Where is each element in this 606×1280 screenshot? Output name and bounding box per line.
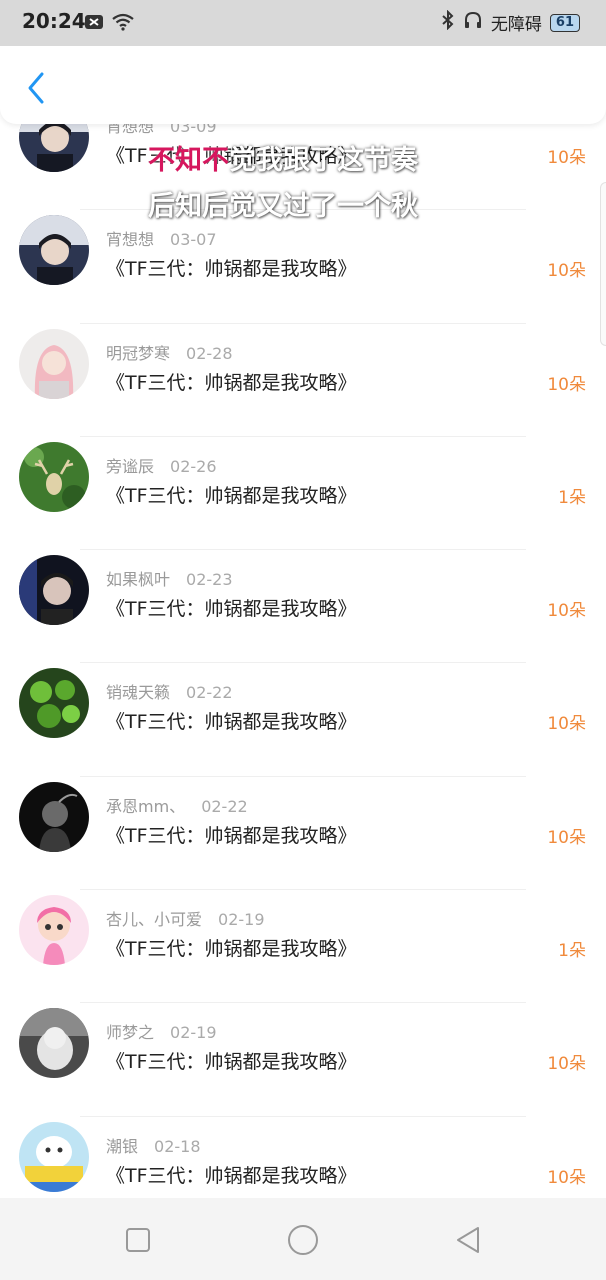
book-title: 《TF三代：帅锅都是我攻略》 <box>106 824 357 847</box>
avatar[interactable] <box>19 781 89 852</box>
sender-line: 承恩mm、 02-22 <box>106 793 248 817</box>
gift-date: 02-28 <box>186 343 233 363</box>
sender-line: 销魂天籁 02-22 <box>106 679 233 703</box>
book-title: 《TF三代：帅锅都是我攻略》 <box>106 1051 357 1074</box>
status-bar: 20:24 无障碍 61 <box>0 0 606 46</box>
recent-apps-icon <box>126 1228 150 1252</box>
sender-line: 潮银 02-18 <box>106 1133 201 1157</box>
header <box>0 46 606 124</box>
list-item[interactable]: 师梦之 02-19 《TF三代：帅锅都是我攻略》 10朵 <box>0 1003 606 1117</box>
book-title: 《TF三代：帅锅都是我攻略》 <box>106 371 357 394</box>
status-time: 20:24 <box>22 9 86 33</box>
list-item[interactable]: 如果枫叶 02-23 《TF三代：帅锅都是我攻略》 10朵 <box>0 550 606 664</box>
gift-date: 02-22 <box>186 683 233 703</box>
back-nav-button[interactable] <box>448 1222 488 1258</box>
gift-date: 02-19 <box>170 1023 217 1043</box>
lyric-line-2: 后知后觉又过了一个秋 <box>148 191 418 222</box>
sender-line: 杏儿、小可爱 02-19 <box>106 906 265 930</box>
sender-line: 宵想想 03-07 <box>106 226 217 250</box>
book-title: 《TF三代：帅锅都是我攻略》 <box>106 1164 357 1187</box>
sender-name: 宵想想 <box>106 230 155 250</box>
wifi-icon <box>112 13 134 35</box>
sender-name: 潮银 <box>106 1136 139 1156</box>
status-left-icons <box>84 13 134 35</box>
avatar[interactable] <box>19 328 89 399</box>
lyric-highlight: 不知不 <box>148 145 229 176</box>
avatar[interactable] <box>19 895 89 966</box>
avatar[interactable] <box>19 1008 89 1079</box>
sender-name: 杏儿、小可爱 <box>106 910 203 930</box>
sender-line: 如果枫叶 02-23 <box>106 566 233 590</box>
gift-amount: 10朵 <box>547 714 586 735</box>
carrier-label: 无障碍 <box>490 15 542 35</box>
gift-amount: 1朵 <box>558 941 586 962</box>
battery-indicator: 61 <box>549 13 580 32</box>
recent-apps-button[interactable] <box>118 1222 158 1258</box>
sender-line: 师梦之 02-19 <box>106 1019 217 1043</box>
lyric-rest: 觉我跟了这节奏 <box>229 145 418 176</box>
gift-list: 宵想想 03-09 《TF三代：帅锅都是我攻略》 10朵 宵想想 03-07 《TF… <box>0 97 606 1230</box>
sender-name: 明冠梦寒 <box>106 343 171 363</box>
book-title: 《TF三代：帅锅都是我攻略》 <box>106 711 357 734</box>
avatar[interactable] <box>19 441 89 512</box>
status-right: 无障碍 61 <box>441 9 580 35</box>
avatar[interactable] <box>19 555 89 626</box>
sender-name: 承恩mm、 <box>106 796 186 816</box>
gift-date: 02-22 <box>201 796 248 816</box>
sender-line: 明冠梦寒 02-28 <box>106 340 233 364</box>
list-item[interactable]: 明冠梦寒 02-28 《TF三代：帅锅都是我攻略》 10朵 <box>0 324 606 437</box>
book-title: 《TF三代：帅锅都是我攻略》 <box>106 598 357 621</box>
gift-date: 02-23 <box>186 570 233 590</box>
book-title: 《TF三代：帅锅都是我攻略》 <box>106 258 357 281</box>
home-button[interactable] <box>283 1222 323 1258</box>
chevron-left-icon <box>28 72 44 104</box>
book-title: 《TF三代：帅锅都是我攻略》 <box>106 484 357 507</box>
scroll-indicator <box>600 182 606 346</box>
gift-date: 02-18 <box>154 1136 201 1156</box>
avatar[interactable] <box>19 668 89 739</box>
gift-amount: 10朵 <box>547 261 586 282</box>
back-icon <box>457 1227 479 1253</box>
navigation-bar <box>0 1198 606 1280</box>
list-item[interactable]: 杏儿、小可爱 02-19 《TF三代：帅锅都是我攻略》 1朵 <box>0 890 606 1004</box>
list-item[interactable]: 承恩mm、 02-22 《TF三代：帅锅都是我攻略》 10朵 <box>0 777 606 891</box>
sender-name: 师梦之 <box>106 1023 155 1043</box>
list-item[interactable]: 宵想想 03-07 《TF三代：帅锅都是我攻略》 10朵 <box>0 210 606 324</box>
gift-amount: 10朵 <box>547 1167 586 1188</box>
sender-name: 如果枫叶 <box>106 570 171 590</box>
back-button[interactable] <box>16 68 56 108</box>
gift-date: 02-19 <box>218 910 265 930</box>
bluetooth-icon <box>441 9 455 35</box>
home-icon <box>288 1225 318 1255</box>
list-item[interactable]: 旁谧辰 02-26 《TF三代：帅锅都是我攻略》 1朵 <box>0 437 606 551</box>
sender-line: 旁谧辰 02-26 <box>106 453 217 477</box>
gift-date: 02-26 <box>170 456 217 476</box>
gift-date: 03-07 <box>170 230 217 250</box>
gift-amount: 10朵 <box>547 148 586 168</box>
gift-amount: 10朵 <box>547 1054 586 1075</box>
sender-name: 旁谧辰 <box>106 456 155 476</box>
book-title: 《TF三代：帅锅都是我攻略》 <box>106 938 357 961</box>
gift-amount: 10朵 <box>547 601 586 622</box>
gift-amount: 10朵 <box>547 827 586 848</box>
sender-name: 销魂天籁 <box>106 683 171 703</box>
notification-icon <box>84 14 104 34</box>
gift-amount: 10朵 <box>547 374 586 395</box>
lyric-line-1: 不知不觉我跟了这节奏 <box>148 138 418 177</box>
list-item[interactable]: 销魂天籁 02-22 《TF三代：帅锅都是我攻略》 10朵 <box>0 663 606 777</box>
avatar[interactable] <box>19 215 89 286</box>
gift-amount: 1朵 <box>558 487 586 508</box>
avatar[interactable] <box>19 1121 89 1192</box>
headphone-icon <box>463 10 483 35</box>
